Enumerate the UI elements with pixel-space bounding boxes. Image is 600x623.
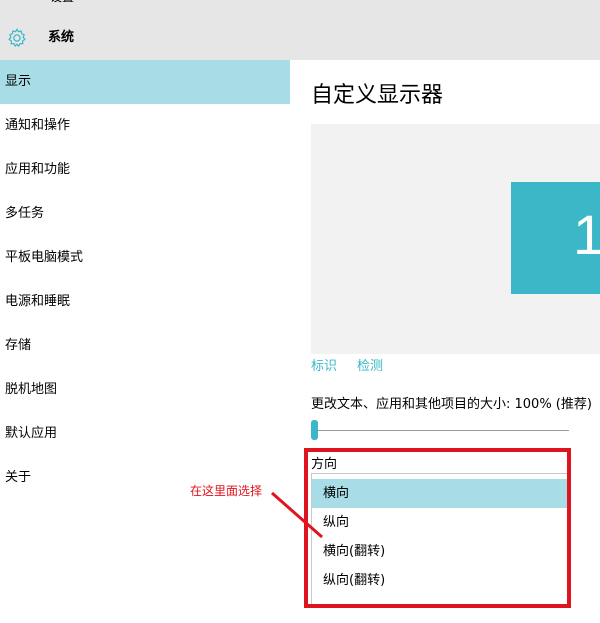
- identify-link[interactable]: 标识: [311, 358, 337, 376]
- sidebar-item-label: 多任务: [5, 206, 45, 221]
- sidebar-item-label: 脱机地图: [5, 382, 58, 397]
- sidebar-item-storage[interactable]: 存储: [0, 324, 290, 368]
- sidebar-item-tablet-mode[interactable]: 平板电脑模式: [0, 236, 290, 280]
- sidebar-item-display[interactable]: 显示: [0, 60, 290, 104]
- section-title: 系统: [48, 30, 75, 45]
- sidebar-item-offline-maps[interactable]: 脱机地图: [0, 368, 290, 412]
- window-title: 设置: [50, 0, 74, 5]
- sidebar-item-label: 默认应用: [5, 426, 58, 441]
- scale-label: 更改文本、应用和其他项目的大小: 100% (推荐): [311, 397, 592, 412]
- sidebar-item-label: 应用和功能: [5, 162, 71, 177]
- sidebar-item-label: 显示: [5, 74, 32, 89]
- scale-slider-thumb[interactable]: [311, 420, 318, 440]
- sidebar-item-apps[interactable]: 应用和功能: [0, 148, 290, 192]
- annotation-highlight-box: [304, 448, 571, 608]
- scale-slider-track[interactable]: [314, 430, 569, 431]
- back-arrow-icon[interactable]: ←: [8, 0, 20, 4]
- gear-icon: [8, 28, 26, 48]
- monitor-tile[interactable]: 1: [511, 182, 600, 294]
- sidebar: 显示 通知和操作 应用和功能 多任务 平板电脑模式 电源和睡眠 存储 脱机地图 …: [0, 60, 290, 623]
- sidebar-item-multitasking[interactable]: 多任务: [0, 192, 290, 236]
- display-preview: 1: [311, 124, 600, 354]
- sidebar-item-notifications[interactable]: 通知和操作: [0, 104, 290, 148]
- sidebar-item-default-apps[interactable]: 默认应用: [0, 412, 290, 456]
- window-title-row: ← 设置: [0, 0, 600, 8]
- sidebar-item-label: 关于: [5, 470, 32, 485]
- sidebar-item-power-sleep[interactable]: 电源和睡眠: [0, 280, 290, 324]
- annotation-text: 在这里面选择: [190, 484, 263, 498]
- sidebar-item-label: 存储: [5, 338, 32, 353]
- sidebar-item-label: 电源和睡眠: [5, 294, 71, 309]
- monitor-number: 1: [573, 203, 600, 266]
- page-title: 自定义显示器: [311, 83, 444, 108]
- detect-link[interactable]: 检测: [357, 358, 383, 376]
- sidebar-item-label: 平板电脑模式: [5, 250, 84, 265]
- title-bar: ← 设置 系统: [0, 0, 600, 60]
- sidebar-item-label: 通知和操作: [5, 118, 71, 133]
